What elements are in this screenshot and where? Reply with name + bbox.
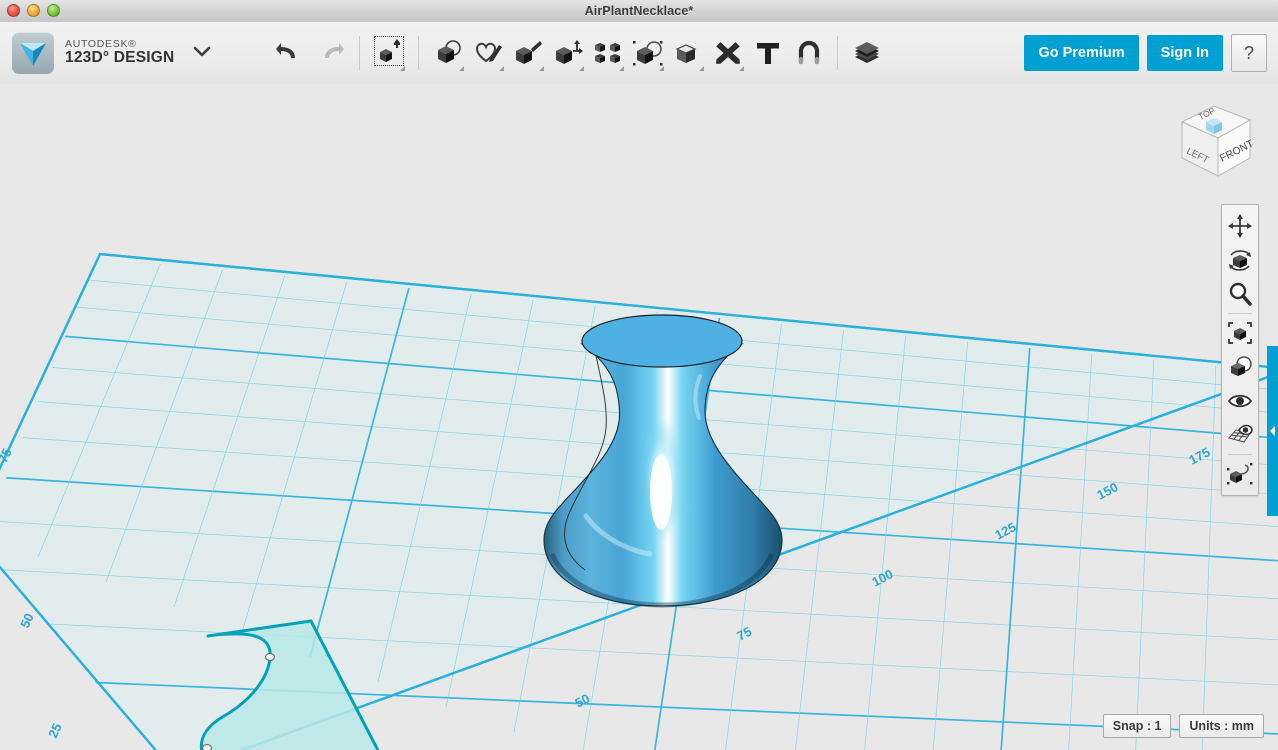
- text-tool-button[interactable]: [748, 31, 788, 75]
- undo-button[interactable]: [270, 31, 310, 75]
- status-bar: Snap : 1 Units : mm: [1102, 714, 1264, 738]
- chevron-down-icon[interactable]: [192, 44, 212, 63]
- nav-divider: [1228, 313, 1252, 314]
- side-panel-expander[interactable]: [1267, 346, 1278, 516]
- primitives-tool-button[interactable]: [428, 31, 468, 75]
- fit-view-button[interactable]: [1222, 316, 1258, 350]
- 3d-scene: 75 50 25 25 50 75 100 125 150 175: [0, 252, 1278, 750]
- dropdown-caret-icon[interactable]: [499, 66, 505, 71]
- svg-text:100: 100: [869, 566, 895, 589]
- snap-tool-button[interactable]: [788, 31, 828, 75]
- selection-marquee: [374, 36, 405, 66]
- maximize-button[interactable]: [47, 4, 60, 17]
- combine-tool-button[interactable]: [668, 31, 708, 75]
- sign-in-button[interactable]: Sign In: [1146, 35, 1223, 71]
- snap-status-chip[interactable]: Snap : 1: [1102, 714, 1172, 738]
- help-button[interactable]: ?: [1231, 34, 1267, 72]
- measure-tool-button[interactable]: [708, 31, 748, 75]
- svg-text:75: 75: [734, 624, 754, 644]
- account-actions: Go Premium Sign In ?: [1024, 34, 1278, 72]
- title-bar: AirPlantNecklace*: [0, 0, 1278, 23]
- autodesk-logo-icon: [12, 32, 54, 74]
- brand-line-2: 123D° DESIGN: [65, 49, 175, 67]
- svg-text:50: 50: [572, 691, 592, 711]
- close-button[interactable]: [7, 4, 20, 17]
- minimize-button[interactable]: [27, 4, 40, 17]
- pattern-tool-button[interactable]: [588, 31, 628, 75]
- dropdown-caret-icon[interactable]: [739, 66, 745, 71]
- snap-mode-button[interactable]: [1222, 457, 1258, 491]
- history-group: [270, 31, 350, 75]
- toolbar-divider: [837, 36, 839, 70]
- app-window: AirPlantNecklace* AUTODESK® 123D° DESIGN: [0, 0, 1278, 750]
- svg-text:25: 25: [45, 721, 65, 740]
- dropdown-caret-icon[interactable]: [619, 66, 625, 71]
- dropdown-caret-icon[interactable]: [539, 66, 545, 71]
- modeling-tools-group: [428, 31, 828, 75]
- brand-block[interactable]: AUTODESK® 123D° DESIGN: [0, 32, 212, 74]
- units-status-chip[interactable]: Units : mm: [1179, 714, 1264, 738]
- construct-tool-button[interactable]: [508, 31, 548, 75]
- dropdown-caret-icon[interactable]: [400, 66, 406, 71]
- redo-button[interactable]: [310, 31, 350, 75]
- viewport-canvas[interactable]: 75 50 25 25 50 75 100 125 150 175: [0, 84, 1278, 750]
- material-layers-button[interactable]: [847, 31, 887, 75]
- go-premium-button[interactable]: Go Premium: [1024, 35, 1139, 71]
- toolbar-divider: [359, 36, 361, 70]
- grid-settings-button[interactable]: [1222, 418, 1258, 452]
- toolbar-divider: [418, 36, 420, 70]
- svg-text:50: 50: [17, 611, 37, 630]
- pan-tool-button[interactable]: [1222, 209, 1258, 243]
- nav-divider: [1228, 454, 1252, 455]
- chevron-left-icon: [1270, 426, 1275, 436]
- svg-text:125: 125: [992, 519, 1018, 542]
- window-title: AirPlantNecklace*: [584, 4, 694, 18]
- visual-style-button[interactable]: [1222, 350, 1258, 384]
- window-controls: [7, 4, 60, 17]
- main-toolbar: AUTODESK® 123D° DESIGN Go Premium Sign I…: [0, 22, 1278, 85]
- orbit-tool-button[interactable]: [1222, 243, 1258, 277]
- grouping-tool-button[interactable]: [628, 31, 668, 75]
- modify-tool-button[interactable]: [548, 31, 588, 75]
- dropdown-caret-icon[interactable]: [699, 66, 705, 71]
- zoom-tool-button[interactable]: [1222, 277, 1258, 311]
- dropdown-caret-icon[interactable]: [659, 66, 665, 71]
- navigation-toolbar: [1221, 204, 1259, 496]
- dropdown-caret-icon[interactable]: [579, 66, 585, 71]
- sketch-tool-button[interactable]: [468, 31, 508, 75]
- transform-tool-button[interactable]: [369, 31, 409, 75]
- dropdown-caret-icon[interactable]: [459, 66, 465, 71]
- svg-text:175: 175: [1186, 444, 1212, 467]
- view-cube[interactable]: TOP LEFT FRONT: [1168, 96, 1260, 188]
- visibility-toggle-button[interactable]: [1222, 384, 1258, 418]
